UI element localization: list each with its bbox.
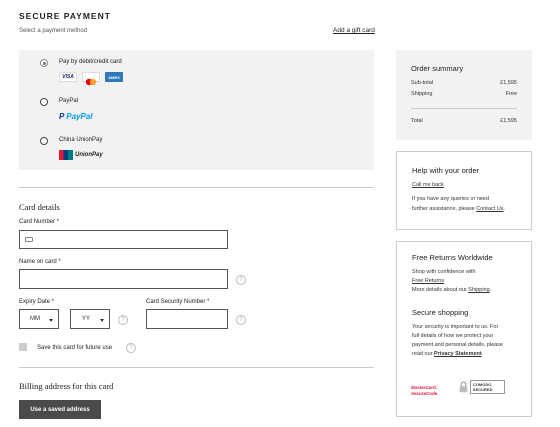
order-summary-title: Order summary [411,64,464,73]
shipping-link[interactable]: Shipping [468,287,489,293]
help-title: Help with your order [412,166,480,175]
section-divider [19,187,374,188]
subtotal-label: Sub-total [411,80,434,86]
unionpay-option-label: China UnionPay [59,137,103,143]
save-card-help-icon[interactable]: ? [126,343,136,353]
billing-heading: Billing address for this card [19,381,114,391]
privacy-statement-link[interactable]: Privacy Statement [434,351,482,357]
security-number-input[interactable] [146,309,228,329]
secure-shopping-title: Secure shopping [412,308,469,317]
order-summary-panel: Order summary Sub-total £1,595 Shipping … [396,50,532,140]
unionpay-logo: UnionPay [59,150,103,160]
name-on-card-input[interactable] [19,269,228,289]
chevron-down-icon [49,319,53,322]
expiry-year-value: YY [82,316,91,322]
use-saved-address-button[interactable]: Use a saved address [19,400,101,419]
expiry-month-select[interactable]: MM [19,309,59,329]
returns-text-2: More details about our Shipping. [412,287,492,293]
total-label: Total [411,118,423,124]
padlock-icon [459,381,468,393]
help-panel: Help with your order Call me back If you… [396,151,532,230]
name-help-icon[interactable]: ? [236,275,246,285]
save-card-checkbox[interactable] [19,343,27,351]
card-number-label: Card Number * [19,219,60,225]
radio-card[interactable] [40,59,48,67]
paypal-logo: P PayPal [59,112,93,121]
card-number-input[interactable] [19,230,228,249]
returns-secure-panel: Free Returns Worldwide Shop with confide… [396,241,532,417]
chevron-down-icon [100,319,104,322]
section-divider [19,367,374,368]
visa-logo: VISA [59,72,77,82]
help-text-2: further assistance, please Contact Us. [412,206,505,212]
returns-title: Free Returns Worldwide [412,253,493,262]
call-me-back-link[interactable]: Call me back [412,181,444,191]
security-help-icon[interactable]: ? [236,315,246,325]
expiry-date-label: Expiry Date * [19,299,55,305]
card-option-label: Pay by debit/credit card [59,59,122,65]
amex-logo: AMEX [105,72,123,82]
paypal-option-label: PayPal [59,98,79,104]
name-on-card-label: Name on card * [19,259,61,265]
save-card-label: Save this card for future use [37,345,113,351]
mastercard-securecode-badge: MasterCard. SecureCode [411,385,438,396]
secure-text-4: read our Privacy Statement. [412,351,484,357]
help-text-1: If you have any queries or need [412,196,490,202]
expiry-month-value: MM [30,316,40,322]
radio-unionpay[interactable] [40,137,48,145]
shipping-label: Shipping [411,91,433,97]
mastercard-logo [82,72,100,86]
subtotal-value: £1,595 [500,80,517,86]
radio-paypal[interactable] [40,98,48,106]
page-subtitle: Select a payment method [19,28,88,34]
total-value: £1,595 [500,118,517,124]
card-icon [25,237,33,242]
expiry-year-select[interactable]: YY [70,309,110,329]
summary-divider [411,108,517,109]
card-details-heading: Card details [19,202,60,212]
page-title: SECURE PAYMENT [19,11,111,21]
add-gift-card-link[interactable]: Add a gift card [333,27,375,34]
expiry-help-icon[interactable]: ? [118,315,128,325]
security-number-label: Card Security Number * [146,299,210,305]
comodo-secured-badge: COMODO SECURED [459,375,505,399]
contact-us-link[interactable]: Contact Us [476,206,503,212]
shipping-value: Free [505,91,517,97]
